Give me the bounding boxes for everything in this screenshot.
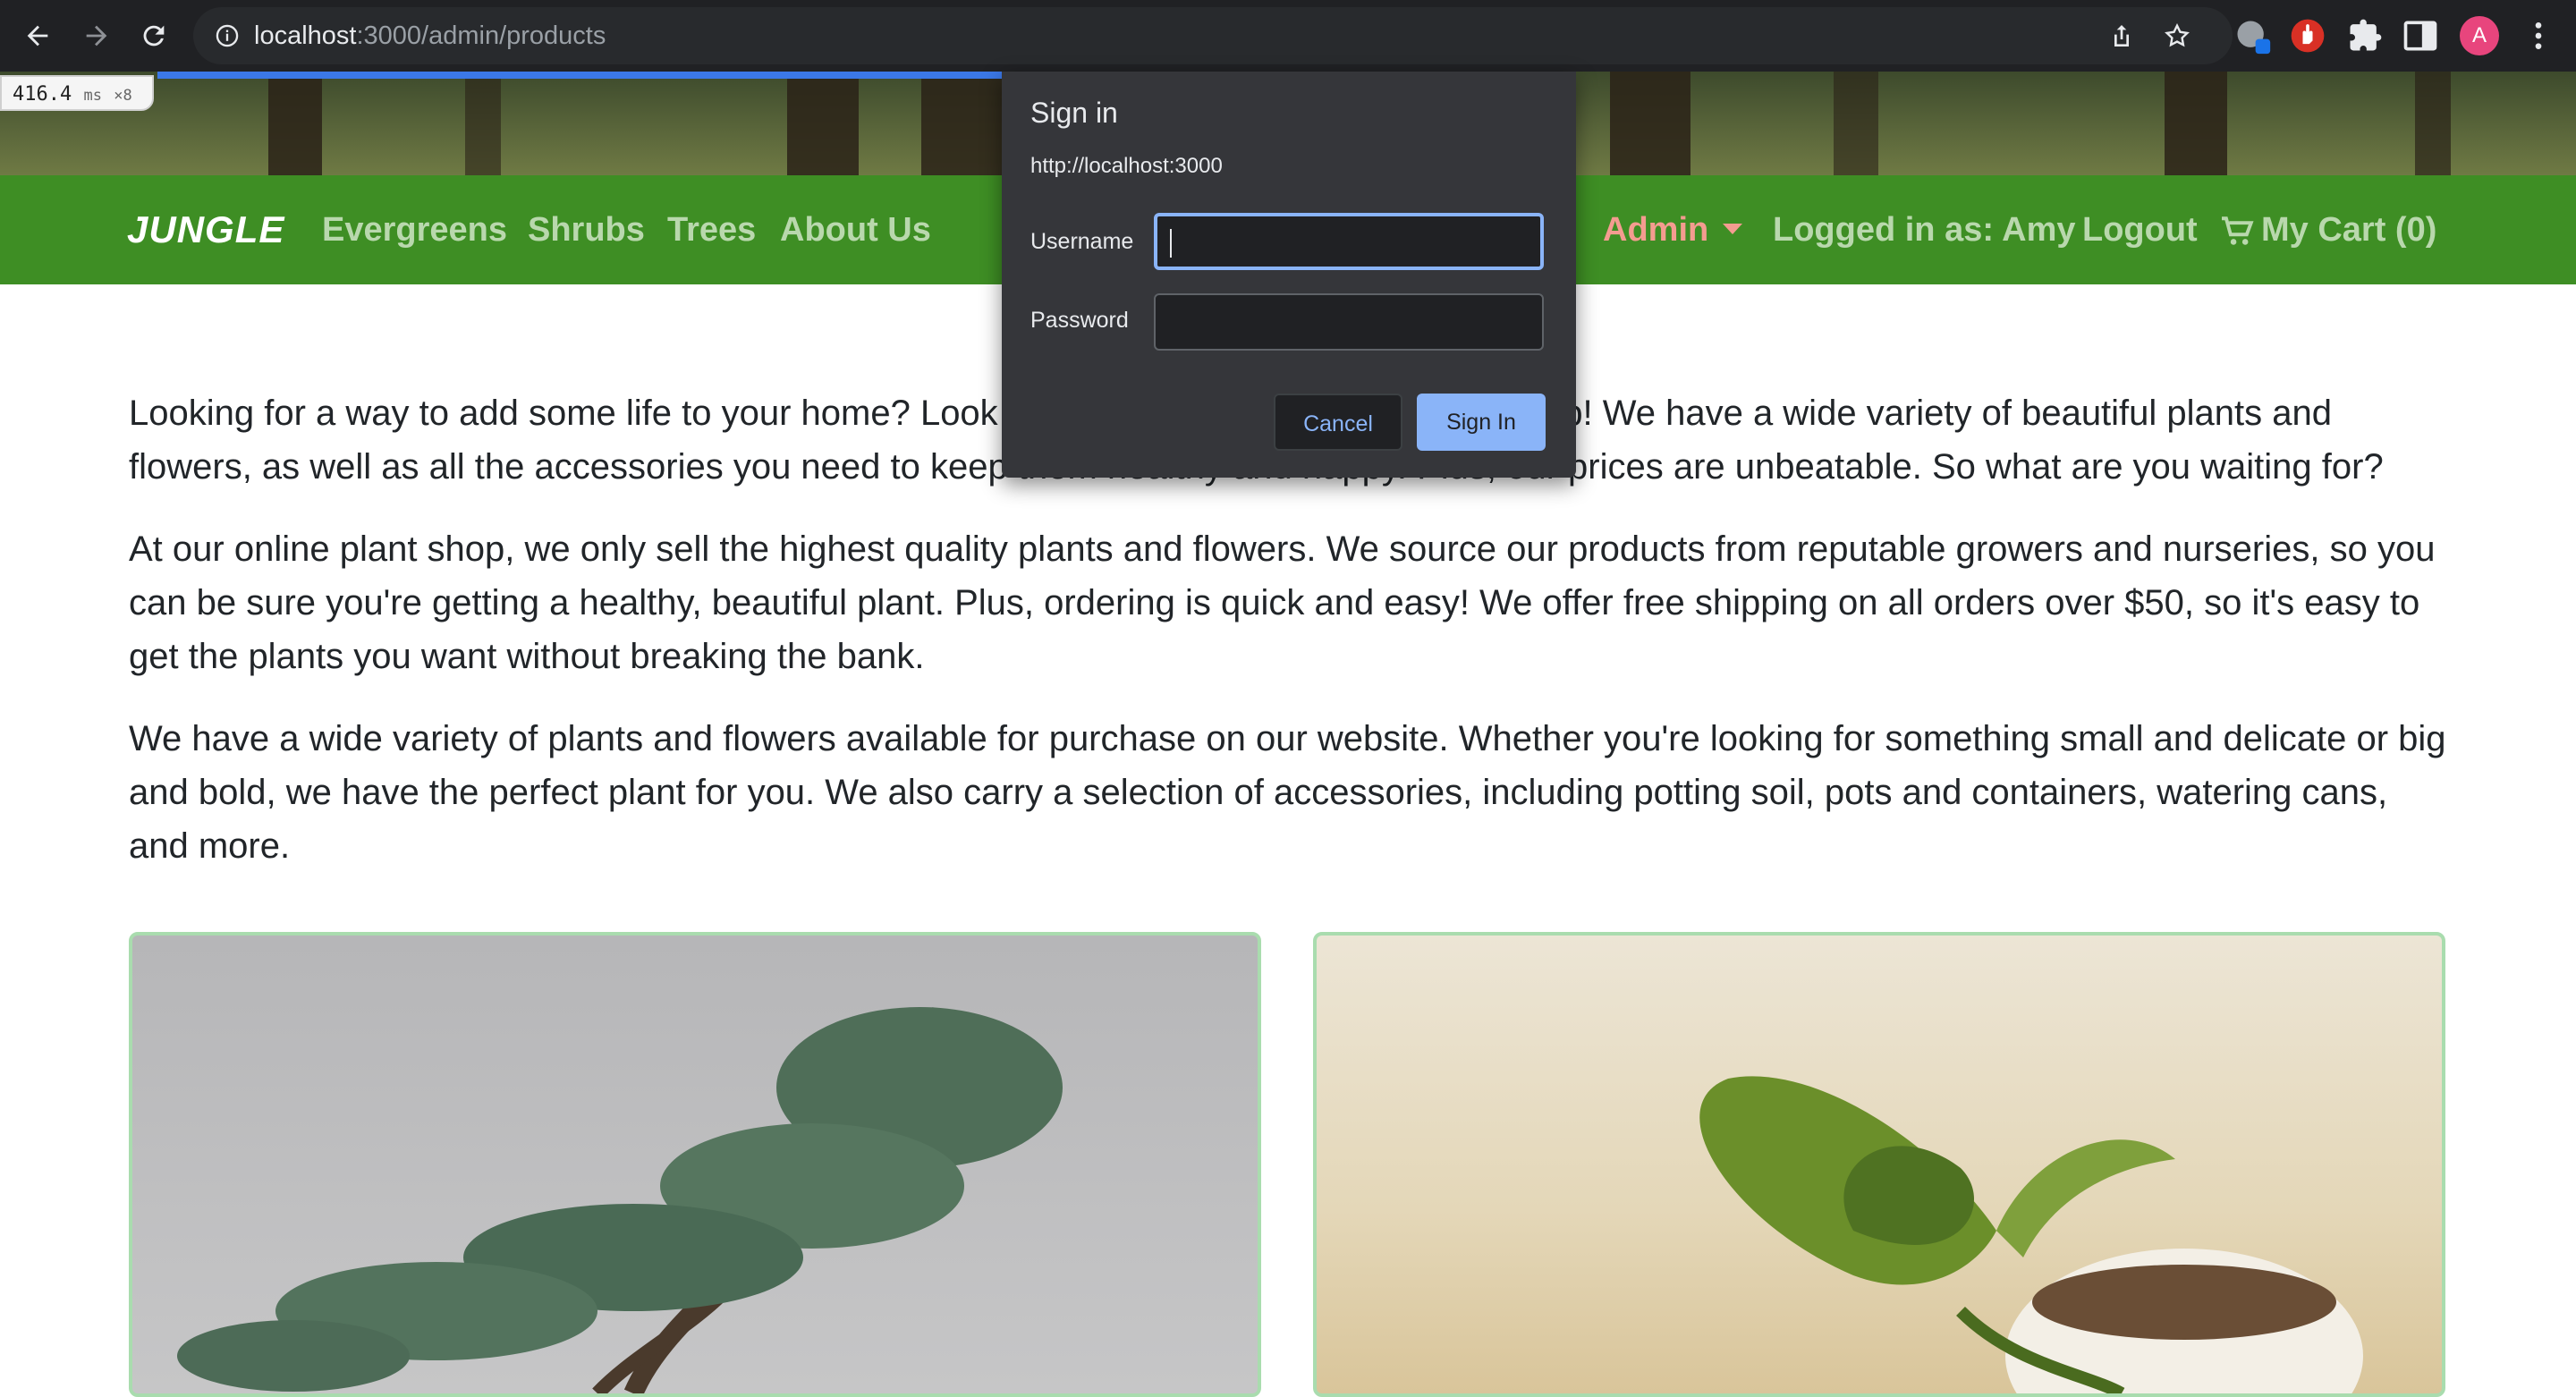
chevron-down-icon [1723, 223, 1743, 234]
product-card[interactable] [129, 932, 1261, 1397]
url-text: localhost:3000/admin/products [254, 21, 606, 50]
nav-cart[interactable]: My Cart (0) [2220, 175, 2436, 284]
forward-icon[interactable] [75, 14, 118, 57]
puzzle-icon[interactable] [2345, 16, 2385, 55]
extension-hand-icon[interactable] [2288, 16, 2327, 55]
page-load-progress [157, 72, 1034, 79]
nav-logout[interactable]: Logout [2082, 175, 2198, 284]
password-label: Password [1030, 308, 1129, 333]
nav-link-evergreens[interactable]: Evergreens [322, 175, 507, 284]
nav-link-trees[interactable]: Trees [667, 175, 756, 284]
share-icon[interactable] [2106, 21, 2138, 50]
text-cursor [1170, 229, 1172, 258]
dialog-origin: http://localhost:3000 [1030, 154, 1223, 178]
pothos-plant-image [1699, 1076, 2363, 1393]
browser-toolbar: localhost:3000/admin/products A [0, 0, 2576, 72]
username-label: Username [1030, 229, 1134, 254]
extension-icon[interactable] [2233, 16, 2272, 55]
cart-icon [2222, 216, 2254, 245]
password-input[interactable] [1154, 293, 1544, 351]
brand-logo[interactable]: JUNGLE [127, 175, 284, 284]
reload-icon[interactable] [132, 14, 175, 57]
nav-admin-dropdown[interactable]: Admin [1603, 175, 1743, 284]
intro-paragraph: At our online plant shop, we only sell t… [129, 529, 2436, 676]
intro-paragraph: We have a wide variety of plants and flo… [129, 719, 2446, 866]
nav-link-about-us[interactable]: About Us [780, 175, 931, 284]
username-input[interactable] [1154, 213, 1544, 270]
product-card[interactable] [1313, 932, 2445, 1397]
profile-avatar[interactable]: A [2460, 16, 2499, 55]
sidepanel-icon[interactable] [2401, 16, 2440, 55]
menu-icon[interactable] [2521, 16, 2556, 55]
site-info-icon[interactable] [215, 23, 240, 48]
address-bar[interactable]: localhost:3000/admin/products [193, 7, 2233, 64]
performance-badge: 416.4 ms ×8 [0, 75, 154, 111]
cancel-button[interactable]: Cancel [1274, 394, 1402, 451]
sign-in-button[interactable]: Sign In [1417, 394, 1546, 451]
dialog-title: Sign in [1030, 97, 1118, 129]
star-icon[interactable] [2161, 21, 2193, 50]
back-icon[interactable] [16, 14, 59, 57]
logged-in-status: Logged in as: Amy [1773, 211, 2076, 249]
sign-in-dialog: Sign in http://localhost:3000 Username P… [1002, 72, 1576, 478]
nav-link-shrubs[interactable]: Shrubs [528, 175, 645, 284]
bonsai-plant-image [177, 1007, 1063, 1393]
